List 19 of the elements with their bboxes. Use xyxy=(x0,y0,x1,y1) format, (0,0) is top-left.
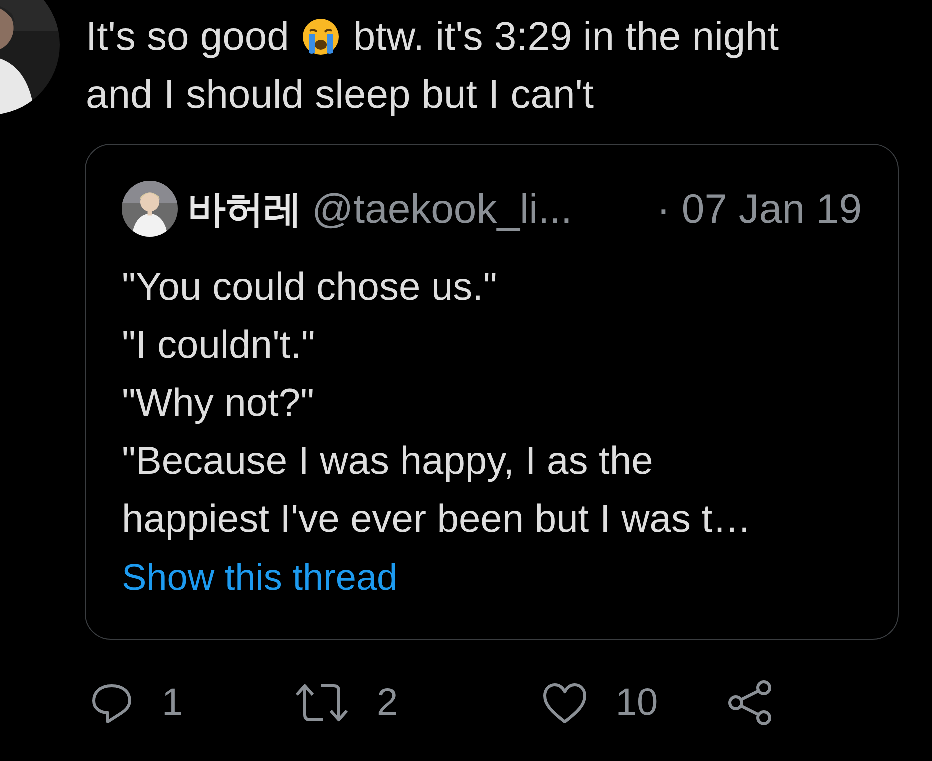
crying-face-icon xyxy=(301,17,342,57)
quote-text-line: "Why not?" xyxy=(122,381,316,427)
count: 10 xyxy=(616,682,658,724)
count: 1 xyxy=(162,682,184,724)
count: 2 xyxy=(377,682,398,724)
heart-icon[interactable] xyxy=(542,682,588,724)
show-thread-link[interactable]: Show this thread xyxy=(122,549,398,607)
quote-text-line: "I couldn't." xyxy=(122,323,316,369)
retweet-icon[interactable] xyxy=(295,683,350,723)
quote-text-line: "Because I was happy, I as the happiest I've ever been but I was t… xyxy=(122,439,753,543)
tweet-text: and I should sleep but I can't xyxy=(86,72,594,119)
quoted-tweet-card[interactable]: 바허레 @taekook_li... · 07 Jan 19 "You could chose us." "I couldn't." "Why not?" "Because I was happy, I as the happiest I've ever been but I was t… Show this thread xyxy=(85,144,899,640)
quote-text-line: "You could chose us." xyxy=(122,265,498,311)
share-icon[interactable] xyxy=(726,680,773,726)
tweet-date: · 07 Jan 19 xyxy=(656,186,862,232)
tweet-text: It's so good xyxy=(86,14,290,61)
tweet-text: btw. it's 3:29 in the night xyxy=(353,14,780,61)
username: @taekook_li... xyxy=(312,186,574,232)
display-name: 바허레 xyxy=(188,188,302,232)
